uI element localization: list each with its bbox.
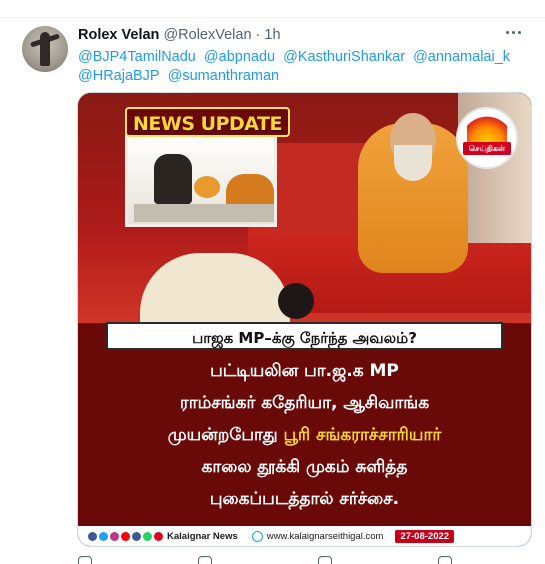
mention-link[interactable]: @annamalai_k [413, 49, 510, 65]
highlighted-name: பூரி சங்கராச்சாரியார் [283, 425, 442, 445]
tweet-divider [0, 17, 545, 18]
header-separator: · [255, 27, 261, 43]
footer-date: 27-08-2022 [395, 529, 455, 543]
like-icon[interactable] [318, 556, 332, 564]
mention-link[interactable]: @BJP4TamilNadu [78, 49, 196, 65]
channel-logo: செய்திகள் [456, 107, 518, 169]
media-footer: Kalaignar News www.kalaignarseithigal.co… [78, 526, 531, 546]
headline-banner: பாஜக MP–க்கு நேர்ந்த அவலம்? [106, 322, 503, 350]
reply-icon[interactable] [78, 556, 92, 564]
photo-inset [125, 131, 277, 227]
whatsapp-icon [143, 531, 152, 541]
mention-link[interactable]: @KasthuriShankar [283, 49, 405, 65]
share-icon [154, 531, 163, 541]
facebook-icon [132, 531, 141, 541]
tweet-header: Rolex Velan @RolexVelan · 1h [78, 27, 281, 43]
author-name[interactable]: Rolex Velan [78, 27, 159, 43]
mention-link[interactable]: @HRajaBJP [78, 68, 160, 84]
sunrise-icon [467, 115, 507, 143]
mention-link[interactable]: @sumanthraman [168, 68, 279, 84]
news-update-badge: NEWS UPDATE [125, 107, 290, 137]
more-options-icon[interactable] [500, 24, 526, 40]
twitter-icon [99, 531, 108, 541]
author-handle[interactable]: @RolexVelan [163, 27, 251, 43]
share-icon[interactable] [438, 556, 452, 564]
globe-icon [251, 530, 263, 542]
headline-body: பட்டியலின பா.ஜ.க MP ராம்சங்கர் கதேரியா, … [78, 355, 531, 515]
headline-line: பட்டியலின பா.ஜ.க MP [210, 361, 399, 381]
headline-line: காலை தூக்கி முகம் சுளித்த [201, 457, 408, 477]
photo-bowing-head [278, 283, 314, 319]
headline-line: ராம்சங்கர் கதேரியா, ஆசிவாங்க [179, 393, 430, 413]
tweet-media-image[interactable]: NEWS UPDATE செய்திகள் பாஜக MP–க்கு நேர்ந… [77, 92, 532, 547]
tweet-text: @BJP4TamilNadu @abpnadu @KasthuriShankar… [78, 48, 538, 86]
headline-line: புகைப்படத்தால் சர்ச்சை. [209, 489, 400, 509]
news-photo: NEWS UPDATE செய்திகள் [78, 93, 531, 323]
youtube-icon [121, 531, 130, 541]
retweet-icon[interactable] [198, 556, 212, 564]
instagram-icon [110, 531, 119, 541]
avatar[interactable] [22, 26, 68, 72]
footer-website: www.kalaignarseithigal.com [266, 530, 384, 542]
footer-brand: Kalaignar News [167, 530, 238, 542]
mention-link[interactable]: @abpnadu [204, 49, 275, 65]
channel-logo-text: செய்திகள் [463, 142, 511, 155]
tweet-timestamp[interactable]: 1h [264, 27, 280, 43]
social-icons [88, 531, 163, 541]
previous-tweet-fragment [0, 0, 545, 8]
headline-line: முயன்றபோது பூரி சங்கராச்சாரியார் [167, 425, 442, 445]
facebook-icon [88, 531, 97, 541]
tweet-actions [78, 556, 508, 564]
